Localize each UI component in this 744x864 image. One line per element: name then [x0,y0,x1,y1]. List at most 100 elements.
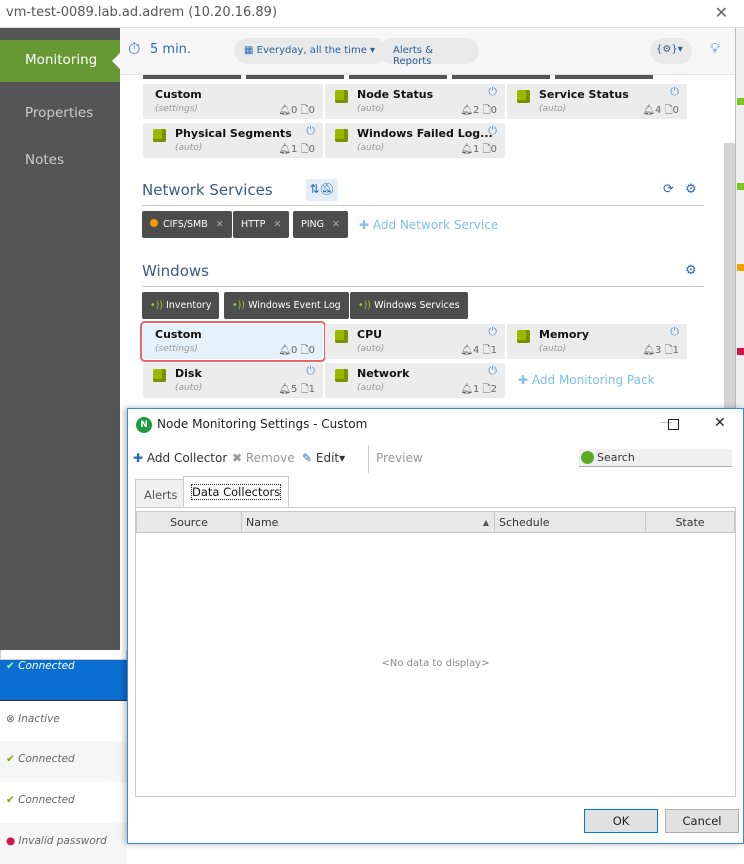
remove-icon[interactable]: ✕ [273,219,281,230]
monitoring-pack-tile[interactable]: ⏻ Node Status (auto) 🔔︎2 🗋0 [325,84,505,119]
ok-button[interactable]: OK [584,809,658,833]
status-text: Connected [18,660,75,672]
monitoring-pack-tile[interactable]: ⏻ Windows Failed Log... (auto) 🔔︎1 🗋0 [325,123,505,158]
tab-data-collectors[interactable]: Data Collectors [183,476,290,507]
service-chip[interactable]: HTTP ✕ [233,211,290,238]
close-icon[interactable]: ✕ [715,3,728,22]
alert-count: 0 [291,105,298,116]
remove-icon[interactable]: ✕ [216,219,224,230]
tab-alerts[interactable]: Alerts [135,479,187,507]
doc-count: 0 [308,345,315,356]
pack-counts: 🔔︎0 🗋0 [278,343,315,360]
power-icon[interactable]: ⏻ [488,325,497,339]
cancel-button[interactable]: Cancel [665,809,739,833]
plus-icon: ✚ [518,373,529,387]
preview-button[interactable]: Preview [376,451,423,465]
column-header-source[interactable]: Source [136,511,242,533]
scrollbar[interactable] [724,143,735,410]
gear-icon[interactable]: ⚙ [685,263,697,278]
list-item[interactable]: ✔ Connected [0,660,127,701]
search-icon [581,451,594,464]
collector-chip[interactable]: •)) Inventory [142,292,220,319]
divider [142,286,704,287]
calendar-icon: ▦ [244,45,254,56]
close-icon[interactable]: ✕ [714,415,726,431]
alerts-reports-button[interactable]: Alerts & Reports [379,38,479,67]
list-item[interactable]: ✔ Connected [0,741,127,782]
doc-count: 1 [490,345,497,356]
search-input[interactable]: Search [579,449,732,467]
list-item[interactable]: ✔ Connected [0,782,127,823]
interval-button[interactable]: 5 min. [150,42,191,57]
window-title: vm-test-0089.lab.ad.adrem (10.20.16.89) [6,5,278,20]
monitoring-pack-tile[interactable]: Custom (settings) 🔔︎0 🗋0 [143,84,323,119]
pack-source: (auto) [539,104,567,114]
monitoring-pack-tile[interactable]: ⏻ Memory (auto) 🔔︎3 🗋1 [507,324,687,359]
monitoring-pack-tile[interactable]: ⏻ Physical Segments (auto) 🔔︎1 🗋0 [143,123,323,158]
pack-source: (auto) [175,143,203,153]
pack-name: Node Status [357,88,434,101]
section-title-network-services: Network Services [142,181,273,199]
chip-label: Inventory [166,300,212,311]
monitoring-pack-tile[interactable]: ⏻ Service Status (auto) 🔔︎4 🗋0 [507,84,687,119]
add-collector-button[interactable]: ✚ Add Collector [133,451,227,465]
chip-label: HTTP [241,219,266,230]
doc-count: 2 [490,384,497,395]
bell-icon: 🔔︎ [278,105,292,116]
sidebar-item-properties[interactable]: Properties [0,93,120,135]
service-chip[interactable]: CIFS/SMB ✕ [142,211,232,238]
lightbulb-icon[interactable]: 💡︎ [710,41,720,57]
add-network-service-link[interactable]: ✚ Add Network Service [359,218,498,232]
maximize-icon[interactable] [668,419,679,430]
chip-label: Windows Event Log [248,300,341,311]
power-icon[interactable]: ⏻ [488,364,497,378]
sidebar-item-notes[interactable]: Notes [0,140,120,182]
add-monitoring-pack-link[interactable]: ✚ Add Monitoring Pack [518,373,655,387]
check-icon: ✔ [6,794,15,806]
partial-chips [143,75,657,79]
pack-name: Windows Failed Log... [357,127,493,140]
doc-count: 0 [672,105,679,116]
pack-source: (auto) [357,344,385,354]
monitoring-pack-tile[interactable]: Custom (settings) 🔔︎0 🗋0 [140,321,326,362]
pack-counts: 🔔︎1 🗋2 [460,382,497,399]
settings-dropdown[interactable]: {⚙}▾ [650,38,692,64]
power-icon[interactable]: ⏻ [488,85,497,99]
remove-button[interactable]: ✖ Remove [232,451,295,465]
bell-icon: 🔔︎ [642,105,656,116]
power-icon[interactable]: ⏻ [670,85,679,99]
list-item[interactable]: ⊗ Inactive [0,700,127,741]
gear-icon[interactable]: ⚙ [685,182,697,197]
collector-chip[interactable]: •)) Windows Services [350,292,468,319]
divider [368,445,369,473]
link-label: Add Monitoring Pack [531,373,655,387]
monitoring-pack-tile[interactable]: ⏻ CPU (auto) 🔔︎4 🗋1 [325,324,505,359]
pack-source: (auto) [539,344,567,354]
power-icon[interactable]: ⏻ [670,325,679,339]
alert-count: 4 [473,345,480,356]
column-header-schedule[interactable]: Schedule [494,511,646,533]
schedule-dropdown[interactable]: ▦ Everyday, all the time ▾ [234,38,388,64]
data-collectors-table: Source Name ▲ Schedule State <No data to … [135,507,736,797]
column-header-state[interactable]: State [645,511,735,533]
empty-message: <No data to display> [381,658,490,669]
mute-alerts-icon[interactable]: ⇅🔕︎ [306,179,338,201]
power-icon[interactable]: ⏻ [306,364,315,378]
monitoring-content: Custom (settings) 🔔︎0 🗋0 ⏻ Node Status (… [120,75,724,410]
schedule-label: Everyday, all the time [256,45,367,56]
signal-icon: •)) [150,300,164,311]
edit-dropdown[interactable]: ✎ Edit▾ [302,451,345,465]
monitoring-pack-tile[interactable]: ⏻ Disk (auto) 🔔︎5 🗋1 [143,363,323,398]
monitoring-pack-tile[interactable]: ⏻ Network (auto) 🔔︎1 🗋2 [325,363,505,398]
refresh-icon[interactable]: ⟳ [663,182,674,197]
service-chip[interactable]: PING ✕ [293,211,348,238]
power-icon[interactable]: ⏻ [306,124,315,138]
collector-chip[interactable]: •)) Windows Event Log [224,292,349,319]
status-dot-icon [150,219,158,227]
remove-icon: ✖ [232,451,243,465]
column-header-name[interactable]: Name ▲ [241,511,495,533]
sidebar-item-monitoring[interactable]: Monitoring [0,40,120,82]
document-icon: 🗋 [300,105,309,116]
remove-icon[interactable]: ✕ [332,219,340,230]
sidebar-item-label: Notes [25,152,64,168]
